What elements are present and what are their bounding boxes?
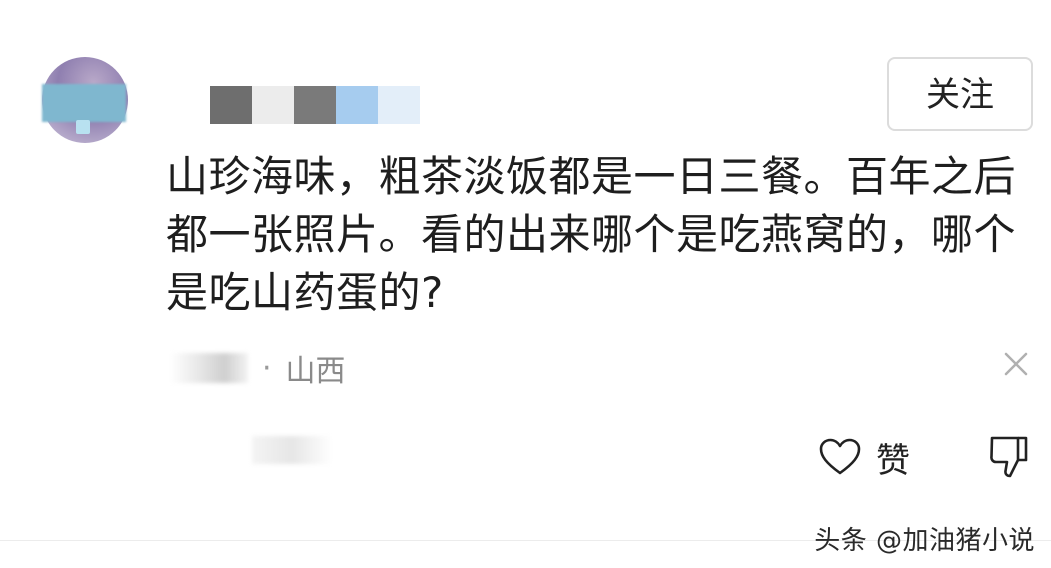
like-label: 赞 (876, 440, 910, 481)
avatar-pixelated-spot (76, 120, 90, 134)
comment-text: 山珍海味，粗茶淡饭都是一日三餐。百年之后都一张照片。看的出来哪个是吃燕窝的，哪个… (166, 152, 1017, 317)
reply-pixelated[interactable] (252, 436, 332, 464)
timestamp-pixelated (170, 353, 248, 383)
like-button[interactable]: 赞 (818, 432, 910, 482)
meta-separator: · (262, 350, 272, 386)
close-icon[interactable] (1000, 348, 1032, 380)
follow-button[interactable]: 关注 (887, 57, 1033, 131)
comment-meta: · 山西 (170, 346, 346, 390)
username-pixelated[interactable] (210, 86, 420, 124)
thumbs-down-icon[interactable] (988, 434, 1030, 480)
avatar-pixelated-overlay (42, 84, 126, 122)
location-label: 山西 (285, 354, 346, 389)
watermark: 头条 @加油猪小说 (814, 526, 1035, 556)
heart-icon (819, 438, 861, 475)
